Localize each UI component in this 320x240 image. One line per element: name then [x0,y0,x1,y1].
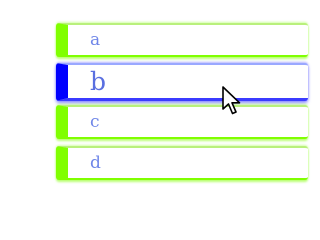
list-item-label: b [90,67,107,96]
arrow-pointer-icon [222,86,241,115]
list-item-label: a [90,30,101,50]
list-item-b[interactable]: b [56,63,308,101]
list-item-c[interactable]: c [56,105,308,139]
list-item-a[interactable]: a [56,23,308,57]
item-list: a b c d [56,0,308,210]
list-item-d[interactable]: d [56,146,308,180]
list-item-label: c [90,112,100,132]
list-item-label: d [90,153,101,173]
